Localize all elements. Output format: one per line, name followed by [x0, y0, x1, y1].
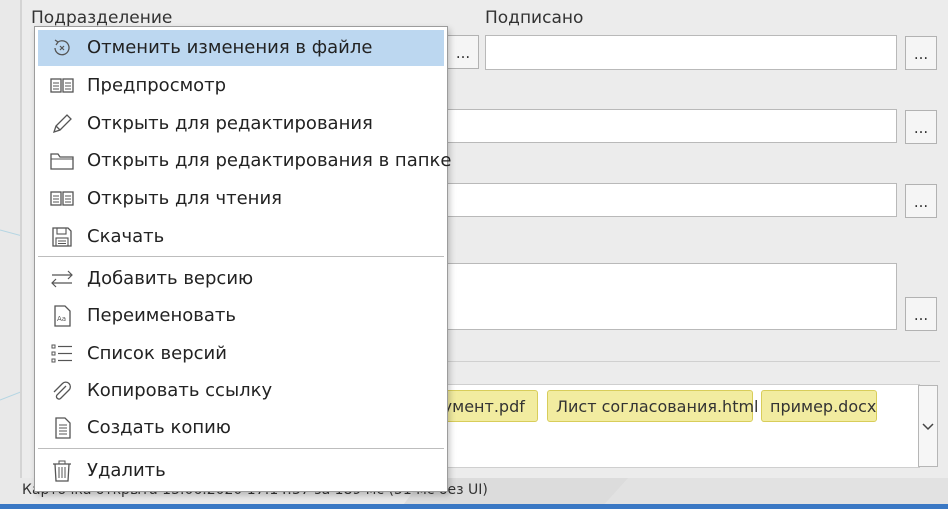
- menu-item-label: Открыть для редактирования в папке: [87, 150, 452, 171]
- menu-item-label: Удалить: [87, 460, 166, 481]
- book-open-icon: [50, 78, 74, 93]
- signed-field[interactable]: [485, 35, 897, 70]
- menu-item-label: Создать копию: [87, 417, 231, 438]
- menu-item-undo-changes[interactable]: Отменить изменения в файле: [38, 30, 444, 66]
- form-separator: [440, 361, 940, 362]
- menu-item-copy-link[interactable]: Копировать ссылку: [38, 373, 444, 409]
- trash-icon: [53, 460, 71, 482]
- menu-item-add-version[interactable]: Добавить версию: [38, 261, 444, 297]
- window-bottom-edge: [0, 504, 948, 509]
- menu-item-open-in-folder[interactable]: Открыть для редактирования в папке: [38, 143, 451, 179]
- menu-item-label: Предпросмотр: [87, 75, 227, 96]
- attachment-chip[interactable]: Лист согласования.html: [547, 390, 759, 422]
- form-left-border: [20, 0, 22, 478]
- chevron-down-icon: [922, 423, 934, 431]
- menu-item-preview[interactable]: Предпросмотр: [38, 68, 444, 104]
- menu-item-label: Отменить изменения в файле: [87, 37, 373, 58]
- menu-separator: [38, 448, 444, 449]
- menu-item-label: Скачать: [87, 226, 165, 247]
- multiline-field[interactable]: [440, 263, 897, 330]
- menu-separator: [38, 256, 444, 257]
- attachments-expand-button[interactable]: [918, 385, 938, 467]
- menu-item-open-for-reading[interactable]: Открыть для чтения: [38, 181, 444, 217]
- multiline-browse-button[interactable]: ...: [905, 297, 937, 331]
- subdivision-browse-button[interactable]: ...: [447, 35, 479, 69]
- field-row-2[interactable]: [440, 109, 897, 143]
- field-row-3-browse-button[interactable]: ...: [905, 184, 937, 218]
- undo-changes-icon: [54, 39, 70, 56]
- list-icon: [51, 344, 72, 363]
- folder-icon: [50, 153, 74, 170]
- field-row-3[interactable]: [440, 183, 897, 217]
- field-row-2-browse-button[interactable]: ...: [905, 110, 937, 144]
- file-context-menu: Отменить изменения в файле Предпросмотр …: [34, 26, 451, 492]
- subdivision-label: Подразделение: [31, 8, 173, 28]
- paperclip-icon: [53, 381, 71, 400]
- rename-file-icon: Aa: [54, 305, 71, 327]
- menu-item-rename[interactable]: Aa Переименовать: [38, 298, 444, 334]
- swap-arrows-icon: [51, 270, 73, 288]
- menu-item-label: Добавить версию: [87, 268, 254, 289]
- menu-item-download[interactable]: Скачать: [38, 219, 444, 255]
- menu-item-delete[interactable]: Удалить: [38, 453, 444, 489]
- pencil-icon: [52, 114, 72, 134]
- signed-label: Подписано: [485, 8, 584, 28]
- menu-item-create-copy[interactable]: Создать копию: [38, 410, 444, 446]
- svg-text:Aa: Aa: [57, 315, 66, 323]
- menu-item-version-list[interactable]: Список версий: [38, 336, 444, 372]
- menu-item-label: Копировать ссылку: [87, 380, 273, 401]
- menu-item-label: Список версий: [87, 343, 227, 364]
- signed-browse-button[interactable]: ...: [905, 36, 937, 70]
- menu-item-open-for-editing[interactable]: Открыть для редактирования: [38, 106, 444, 142]
- attachment-chip[interactable]: пример.docx: [761, 390, 877, 422]
- book-open-icon: [50, 191, 74, 206]
- menu-item-label: Открыть для чтения: [87, 188, 282, 209]
- menu-item-label: Переименовать: [87, 305, 236, 326]
- save-disk-icon: [52, 227, 72, 247]
- menu-item-label: Открыть для редактирования: [87, 113, 373, 134]
- copy-document-icon: [55, 417, 71, 439]
